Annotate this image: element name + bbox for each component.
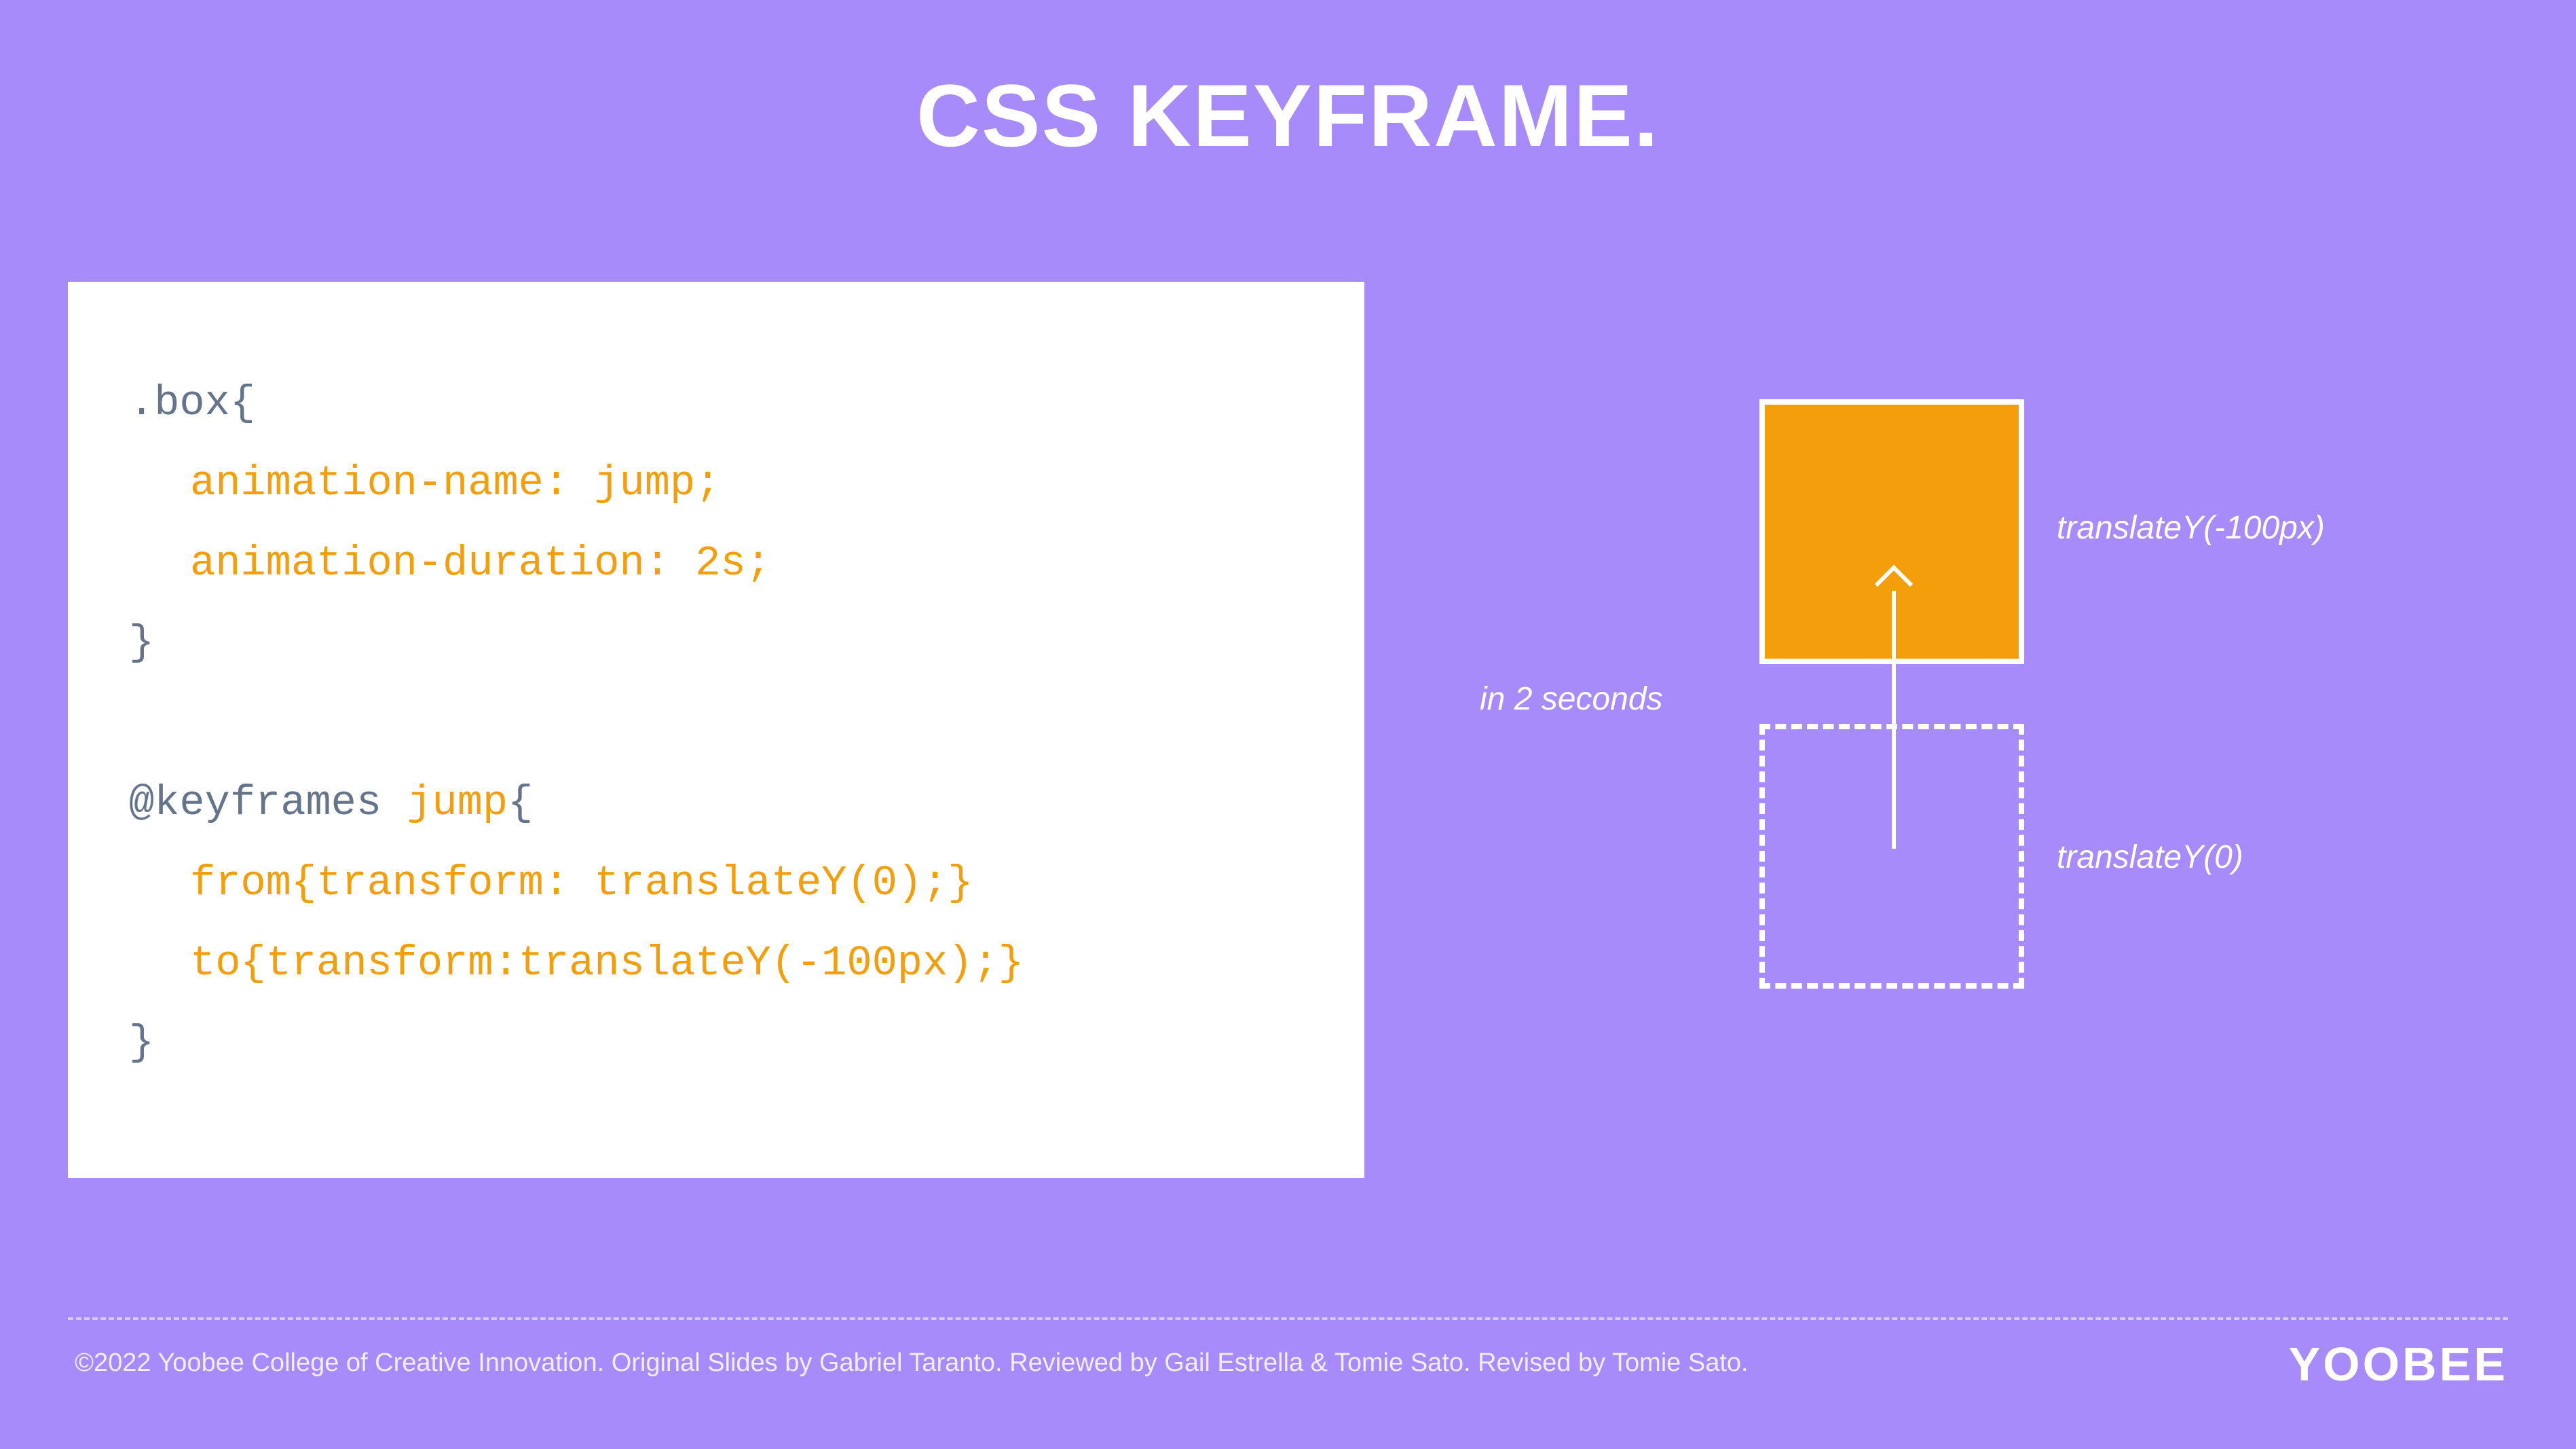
code-keyframes-brace: { [508, 779, 533, 827]
diagram-label-duration: in 2 seconds [1480, 680, 1663, 718]
footer-text: ©2022 Yoobee College of Creative Innovat… [75, 1349, 1749, 1378]
diagram: translateY(-100px) translateY(0) in 2 se… [1480, 387, 2498, 1066]
code-block: .box{ animation-name: jump; animation-du… [68, 282, 1364, 1178]
arrow-up-icon [1880, 570, 1907, 856]
code-line-3: animation-duration: 2s; [129, 524, 1303, 604]
code-line-6: from{transform: translateY(0);} [129, 843, 1303, 923]
code-line-blank [129, 683, 1303, 763]
footer-logo: YOOBEE [2288, 1337, 2508, 1391]
diagram-label-top: translateY(-100px) [2057, 509, 2325, 547]
diagram-label-bottom: translateY(0) [2057, 839, 2243, 876]
slide-title: CSS KEYFRAME. [0, 0, 2576, 166]
footer-divider [68, 1317, 2508, 1320]
code-line-2: animation-name: jump; [129, 443, 1303, 524]
code-keyframes-keyword: @keyframes [129, 779, 407, 827]
code-keyframes-name: jump [407, 779, 508, 827]
code-line-7: to{transform:translateY(-100px);} [129, 923, 1303, 1004]
code-line-8: } [129, 1003, 1303, 1083]
code-line-5: @keyframes jump{ [129, 763, 1303, 843]
code-line-4: } [129, 603, 1303, 683]
code-line-1: .box{ [129, 363, 1303, 443]
